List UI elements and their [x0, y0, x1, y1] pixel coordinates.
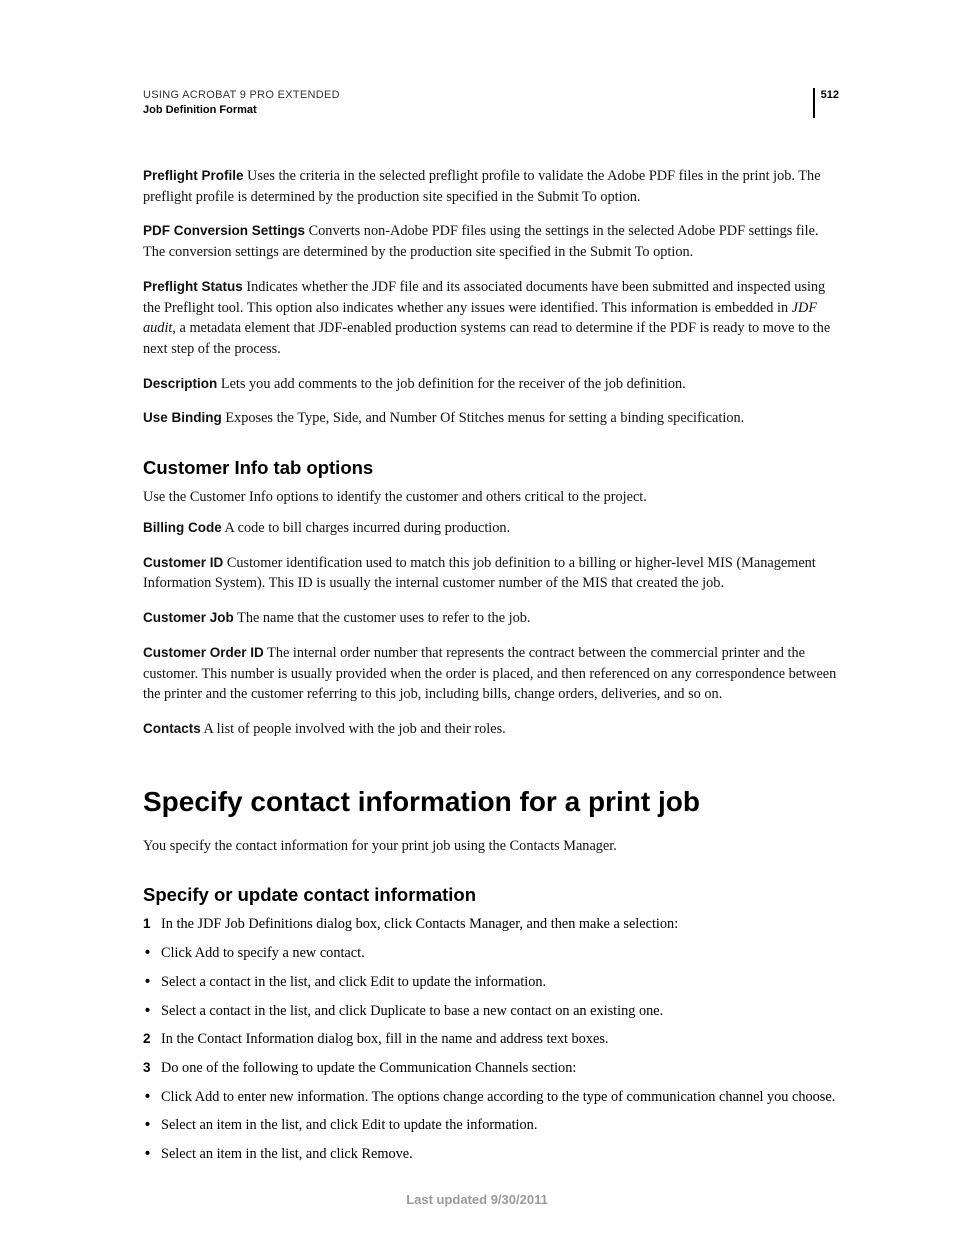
definition-text: Exposes the Type, Side, and Number Of St… [222, 410, 744, 426]
bullet-marker: • [143, 972, 161, 993]
page-number: 512 [821, 88, 839, 101]
bullet-marker: • [143, 1087, 161, 1108]
page-footer: Last updated 9/30/2011 [0, 1192, 954, 1207]
doc-section: Job Definition Format [143, 103, 340, 118]
definition-text: Lets you add comments to the job definit… [217, 376, 686, 392]
step-text: Select a contact in the list, and click … [161, 972, 839, 993]
step-item: •Select an item in the list, and click R… [143, 1144, 839, 1165]
definition-description: Description Lets you add comments to the… [143, 374, 839, 395]
definition-pdf-conversion-settings: PDF Conversion Settings Converts non-Ado… [143, 221, 839, 262]
bullet-marker: • [143, 943, 161, 964]
intro-text: Use the Customer Info options to identif… [143, 487, 839, 508]
term: Customer Job [143, 610, 234, 625]
definition-text-before: Indicates whether the JDF file and its a… [143, 279, 825, 316]
step-item: •Select a contact in the list, and click… [143, 1001, 839, 1022]
definition-text: A list of people involved with the job a… [201, 721, 506, 737]
step-marker: 1 [143, 914, 161, 935]
step-item: 2In the Contact Information dialog box, … [143, 1029, 839, 1050]
heading-customer-info: Customer Info tab options [143, 457, 839, 479]
definition-customer-order-id: Customer Order ID The internal order num… [143, 643, 839, 705]
definition-preflight-status: Preflight Status Indicates whether the J… [143, 277, 839, 360]
customer-info-intro: Use the Customer Info options to identif… [143, 487, 839, 508]
header-left: USING ACROBAT 9 PRO EXTENDED Job Definit… [143, 88, 340, 118]
definition-preflight-profile: Preflight Profile Uses the criteria in t… [143, 166, 839, 207]
step-text: In the JDF Job Definitions dialog box, c… [161, 914, 839, 935]
term: Customer ID [143, 555, 223, 570]
definition-use-binding: Use Binding Exposes the Type, Side, and … [143, 408, 839, 429]
step-text: Do one of the following to update the Co… [161, 1058, 839, 1079]
steps-list: 1In the JDF Job Definitions dialog box, … [143, 914, 839, 1164]
term: Billing Code [143, 520, 222, 535]
step-text: Click Add to specify a new contact. [161, 943, 839, 964]
step-marker: 2 [143, 1029, 161, 1050]
definition-customer-job: Customer Job The name that the customer … [143, 608, 839, 629]
intro-text: You specify the contact information for … [143, 836, 839, 857]
term: Customer Order ID [143, 645, 264, 660]
step-text: In the Contact Information dialog box, f… [161, 1029, 839, 1050]
step-text: Select an item in the list, and click Ed… [161, 1115, 839, 1136]
term: Contacts [143, 721, 201, 736]
chapter-intro: You specify the contact information for … [143, 836, 839, 857]
term: Preflight Status [143, 279, 243, 294]
step-item: •Click Add to specify a new contact. [143, 943, 839, 964]
term: PDF Conversion Settings [143, 223, 305, 238]
bullet-marker: • [143, 1115, 161, 1136]
term: Use Binding [143, 410, 222, 425]
page-content: USING ACROBAT 9 PRO EXTENDED Job Definit… [0, 0, 954, 1165]
step-item: 3Do one of the following to update the C… [143, 1058, 839, 1079]
step-marker: 3 [143, 1058, 161, 1079]
step-item: •Select an item in the list, and click E… [143, 1115, 839, 1136]
bullet-marker: • [143, 1144, 161, 1165]
definition-text: A code to bill charges incurred during p… [222, 520, 510, 536]
bullet-marker: • [143, 1001, 161, 1022]
doc-title: USING ACROBAT 9 PRO EXTENDED [143, 88, 340, 103]
definition-billing-code: Billing Code A code to bill charges incu… [143, 518, 839, 539]
page-header: USING ACROBAT 9 PRO EXTENDED Job Definit… [143, 88, 839, 118]
definition-text: Uses the criteria in the selected prefli… [143, 168, 821, 205]
chapter-title: Specify contact information for a print … [143, 786, 839, 818]
definition-customer-id: Customer ID Customer identification used… [143, 553, 839, 594]
heading-specify-update: Specify or update contact information [143, 884, 839, 906]
definition-text: The name that the customer uses to refer… [234, 610, 531, 626]
page-number-block: 512 [813, 88, 839, 118]
step-item: •Click Add to enter new information. The… [143, 1087, 839, 1108]
step-item: •Select a contact in the list, and click… [143, 972, 839, 993]
term: Preflight Profile [143, 168, 244, 183]
step-text: Select a contact in the list, and click … [161, 1001, 839, 1022]
step-item: 1In the JDF Job Definitions dialog box, … [143, 914, 839, 935]
step-text: Click Add to enter new information. The … [161, 1087, 839, 1108]
definition-contacts: Contacts A list of people involved with … [143, 719, 839, 740]
definition-text: Customer identification used to match th… [143, 555, 816, 592]
page-number-rule [813, 88, 815, 118]
term: Description [143, 376, 217, 391]
definition-text-after: , a metadata element that JDF-enabled pr… [143, 320, 830, 357]
step-text: Select an item in the list, and click Re… [161, 1144, 839, 1165]
